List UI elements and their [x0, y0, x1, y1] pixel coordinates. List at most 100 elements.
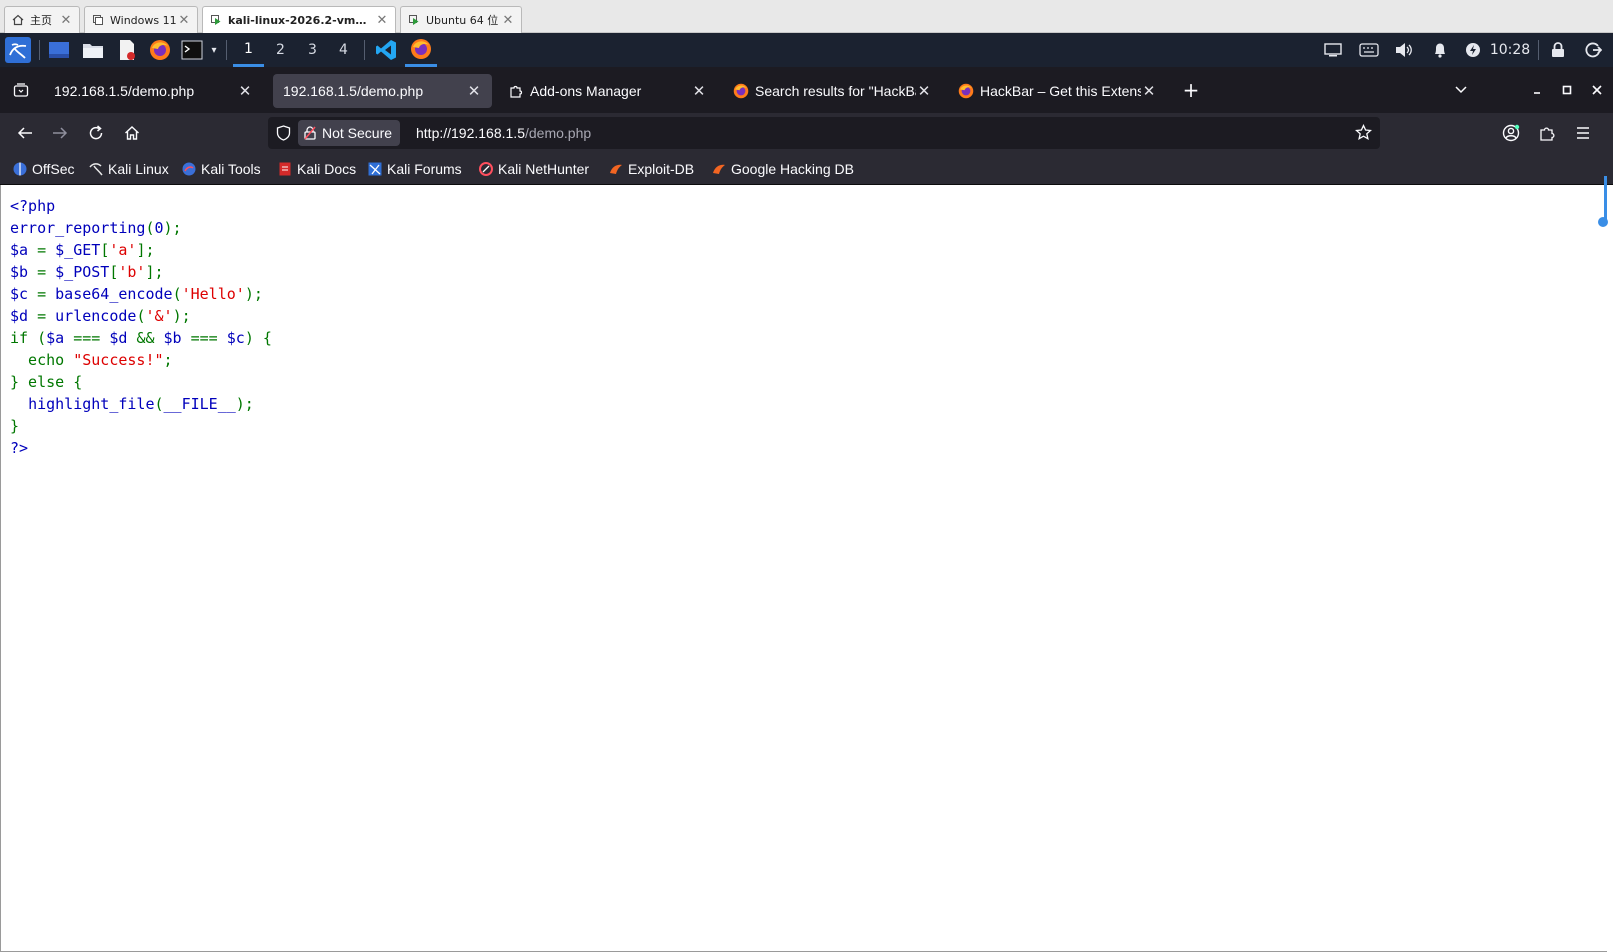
code-token: ?> [10, 439, 29, 457]
vm-running-icon [209, 13, 223, 27]
broken-lock-icon [304, 126, 316, 140]
vm-tab-label: Windows 11 [110, 13, 177, 27]
home-icon[interactable] [116, 117, 148, 149]
reload-icon[interactable] [80, 117, 112, 149]
show-desktop-icon[interactable] [45, 33, 73, 67]
bookmark-kali-nethunter[interactable]: Kali NetHunter [479, 153, 589, 185]
code-token: } else { [10, 373, 83, 391]
exploit-db-icon [609, 162, 623, 176]
bookmark-kali-tools[interactable]: Kali Tools [182, 153, 261, 185]
bookmark-exploit-db[interactable]: Exploit-DB [609, 153, 694, 185]
workspace-1[interactable]: 1 [233, 33, 264, 67]
browser-tab[interactable]: 192.168.1.5/demo.php ✕ [44, 74, 263, 108]
chevron-down-icon[interactable]: ▾ [206, 33, 222, 67]
kali-forums-icon [368, 162, 382, 176]
keyboard-icon[interactable] [1356, 33, 1382, 67]
not-secure-button[interactable]: Not Secure [298, 120, 401, 146]
bookmark-label: Kali NetHunter [498, 161, 590, 177]
vm-tab-home[interactable]: 主页 ✕ [4, 6, 80, 33]
code-token: ; [163, 351, 173, 369]
url-text[interactable]: http://192.168.1.5/demo.php [416, 117, 591, 149]
new-tab-button[interactable]: + [1175, 74, 1207, 106]
terminal-launcher-icon[interactable] [179, 33, 205, 67]
puzzle-icon [508, 83, 524, 99]
firefox-launcher-icon[interactable] [146, 33, 174, 67]
bookmark-google-hacking-db[interactable]: Google Hacking DB [712, 153, 854, 185]
app-menu-icon[interactable] [1567, 117, 1599, 149]
power-manager-icon[interactable] [1461, 33, 1485, 67]
kali-tools-icon [182, 162, 196, 176]
browser-tab[interactable]: Search results for "HackBar" ✕ [723, 74, 942, 108]
close-icon[interactable]: ✕ [501, 13, 515, 28]
code-token: ) { [244, 329, 272, 347]
code-token: if ( [10, 329, 47, 347]
bookmark-star-icon[interactable] [1354, 123, 1373, 145]
bookmark-offsec[interactable]: OffSec [13, 153, 75, 185]
vm-tab-label: 主页 [30, 14, 52, 27]
code-line: $b = $_POST['b']; [10, 261, 272, 283]
close-icon[interactable]: ✕ [177, 13, 191, 28]
panel-divider [226, 40, 227, 60]
tab-label: Add-ons Manager [530, 83, 642, 99]
vm-tab-windows11[interactable]: Windows 11 ✕ [84, 6, 198, 33]
workspace-4[interactable]: 4 [328, 33, 359, 67]
bookmark-kali-forums[interactable]: Kali Forums [368, 153, 462, 185]
workspace-2[interactable]: 2 [265, 33, 296, 67]
clock[interactable]: 10:28 [1487, 33, 1533, 67]
code-token: = [28, 307, 56, 325]
close-icon[interactable]: ✕ [59, 13, 73, 28]
close-window-icon[interactable] [1581, 74, 1613, 106]
scrollbar-thumb[interactable] [1604, 176, 1607, 221]
bookmark-label: Kali Forums [387, 161, 462, 177]
workspace-3[interactable]: 3 [297, 33, 328, 67]
code-token: <?php [10, 197, 56, 215]
url-host: http://192.168.1.5 [416, 125, 525, 141]
file-manager-icon[interactable] [79, 33, 107, 67]
back-arrow-icon[interactable] [9, 117, 41, 149]
bookmark-kali-linux[interactable]: Kali Linux [89, 153, 169, 185]
tab-groups-icon[interactable] [5, 74, 37, 106]
tab-label: HackBar – Get this Extension [980, 83, 1141, 99]
code-line: if ($a === $d && $b === $c) { [10, 327, 272, 349]
close-tab-icon[interactable]: ✕ [1141, 82, 1157, 100]
volume-icon[interactable] [1392, 33, 1416, 67]
forward-arrow-icon[interactable] [44, 117, 76, 149]
kali-menu-icon[interactable] [2, 33, 34, 67]
code-token: 'a' [109, 241, 137, 259]
code-token: && [136, 329, 164, 347]
bookmark-kali-docs[interactable]: Kali Docs [278, 153, 356, 185]
close-tab-icon[interactable]: ✕ [916, 82, 932, 100]
minimize-icon[interactable] [1521, 74, 1553, 106]
extensions-icon[interactable] [1531, 117, 1563, 149]
code-token: $d [10, 307, 29, 325]
close-icon[interactable]: ✕ [375, 13, 389, 28]
vm-tab-ubuntu[interactable]: Ubuntu 64 位 ✕ [400, 6, 522, 33]
vm-tab-kali[interactable]: kali-linux-2026.2-vmware... ✕ [202, 6, 396, 33]
close-tab-icon[interactable]: ✕ [237, 82, 253, 100]
vmware-tab-strip: 主页 ✕ Windows 11 ✕ kali-linux-2026.2-vmwa… [0, 0, 1613, 33]
display-icon[interactable] [1321, 33, 1345, 67]
text-editor-icon[interactable] [113, 33, 141, 67]
close-tab-icon[interactable]: ✕ [466, 82, 482, 100]
logout-icon[interactable] [1580, 33, 1606, 67]
lock-screen-icon[interactable] [1546, 33, 1570, 67]
panel-divider [364, 40, 365, 60]
maximize-icon[interactable] [1551, 74, 1583, 106]
scrollbar-handle[interactable] [1598, 217, 1608, 227]
vscode-window-icon[interactable] [371, 33, 401, 67]
notification-bell-icon[interactable] [1428, 33, 1452, 67]
close-tab-icon[interactable]: ✕ [691, 82, 707, 100]
browser-tab-bar: 192.168.1.5/demo.php ✕ 192.168.1.5/demo.… [0, 67, 1613, 113]
browser-tab[interactable]: HackBar – Get this Extension ✕ [948, 74, 1167, 108]
list-all-tabs-chevron-icon[interactable] [1445, 74, 1477, 106]
tracking-shield-icon[interactable] [276, 125, 291, 145]
firefox-window-icon[interactable] [405, 33, 437, 67]
url-bar[interactable]: Not Secure http://192.168.1.5/demo.php [268, 117, 1380, 149]
account-icon[interactable] [1495, 117, 1527, 149]
url-path: /demo.php [524, 125, 592, 141]
code-token: === [190, 329, 227, 347]
bookmark-label: Google Hacking DB [731, 161, 854, 177]
browser-tab-selected[interactable]: 192.168.1.5/demo.php ✕ [273, 74, 492, 108]
browser-tab[interactable]: Add-ons Manager ✕ [498, 74, 717, 108]
nethunter-icon [479, 162, 493, 176]
